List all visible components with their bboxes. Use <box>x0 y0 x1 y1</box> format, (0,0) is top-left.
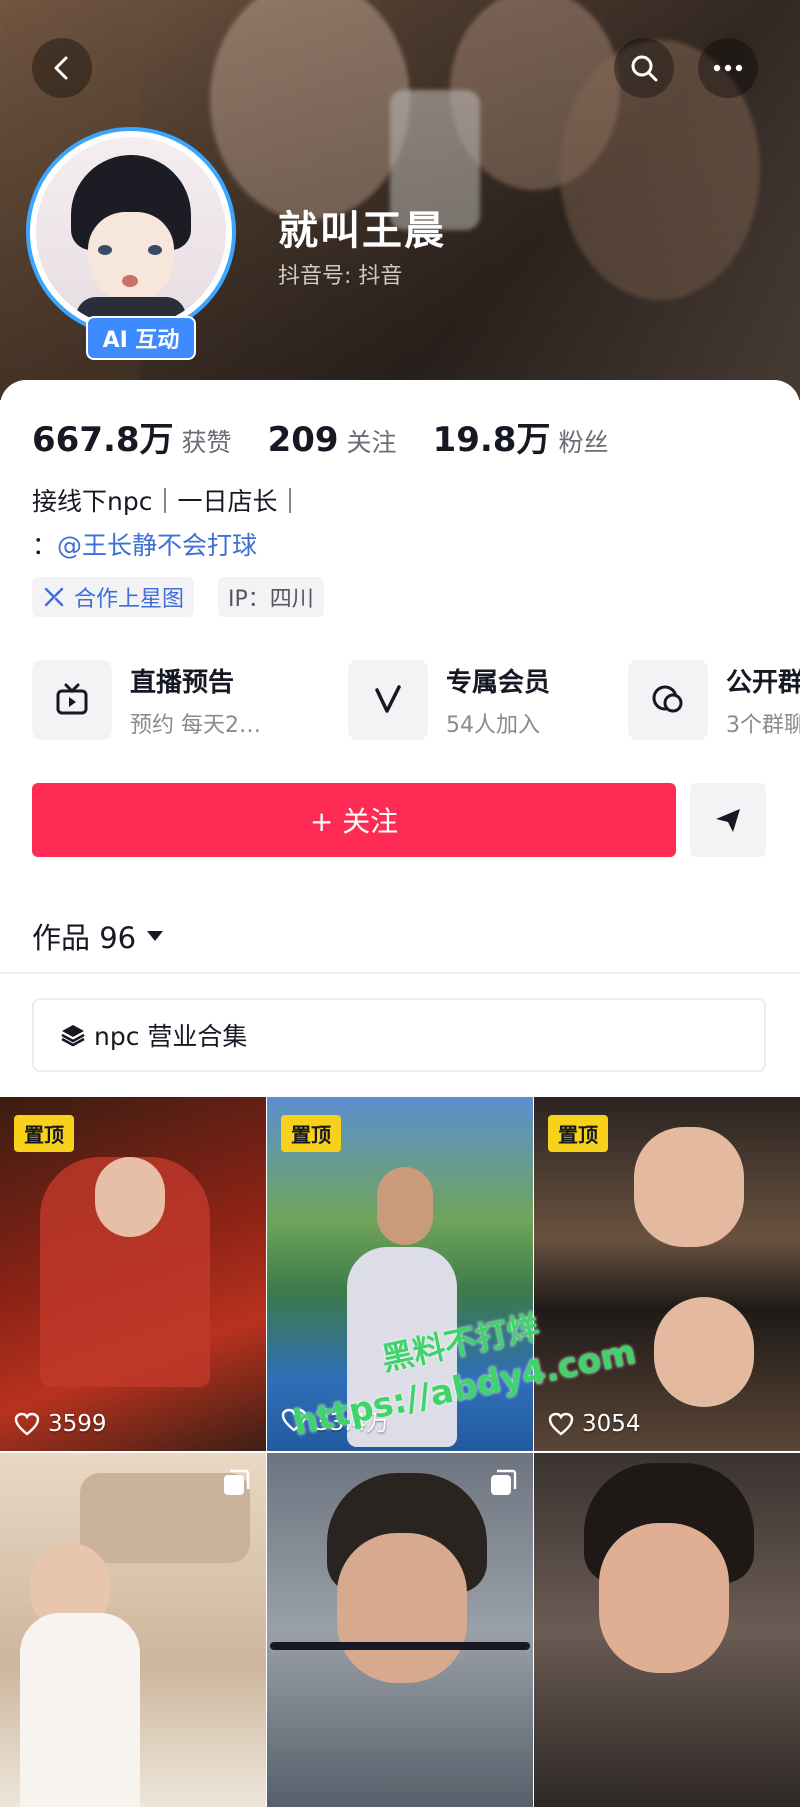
service-membership[interactable]: 专属会员 54人加入 <box>348 660 550 740</box>
search-button[interactable] <box>614 38 674 98</box>
service-public-group[interactable]: 公开群 3个群聊 <box>628 660 800 740</box>
follow-button[interactable]: + 关注 <box>32 783 676 857</box>
video-thumbnail[interactable] <box>267 1453 533 1807</box>
works-label: 作品 96 <box>32 921 137 955</box>
multi-image-icon <box>491 1469 517 1495</box>
home-indicator[interactable] <box>270 1642 530 1650</box>
multi-image-icon <box>224 1469 250 1495</box>
followers-count[interactable]: 19.8万 <box>433 412 551 461</box>
likes-label: 获赞 <box>181 428 232 457</box>
chat-icon <box>652 685 683 713</box>
followers-label[interactable]: 粉丝 <box>558 423 608 459</box>
v-icon <box>375 685 401 713</box>
video-thumbnail[interactable] <box>534 1453 800 1807</box>
likes-count: 667.8万 <box>32 420 174 460</box>
profile-name: 就叫王晨 <box>278 208 446 254</box>
like-count: 3599 <box>14 1411 107 1437</box>
search-icon <box>631 55 658 82</box>
bio-line-2: ：@王长静不会打球 <box>32 526 257 562</box>
following-label[interactable]: 关注 <box>347 423 397 459</box>
video-thumbnail[interactable]: 置顶 3054 <box>534 1097 800 1451</box>
star-map-tag[interactable]: 合作上星图 <box>32 577 195 617</box>
works-tab[interactable]: 作品 96 <box>32 915 164 957</box>
chevron-left-icon <box>54 56 68 80</box>
service-title: 公开群 <box>726 667 800 698</box>
pinned-badge: 置顶 <box>281 1115 341 1152</box>
service-live-preview[interactable]: 直播预告 预约 每天2… <box>32 660 261 740</box>
divider <box>0 972 800 974</box>
bio-mention-link[interactable]: @王长静不会打球 <box>57 531 257 560</box>
stats-row: 667.8万 获赞 209 关注 19.8万 粉丝 <box>32 412 644 461</box>
video-thumbnail[interactable]: 置顶 3599 <box>0 1097 266 1451</box>
star-map-label: 合作上星图 <box>74 587 185 612</box>
back-button[interactable] <box>32 38 92 98</box>
avatar[interactable] <box>26 127 236 337</box>
send-icon <box>716 809 740 832</box>
service-subtitle: 预约 每天2… <box>130 712 261 738</box>
chat-icon-box <box>628 660 708 740</box>
tv-icon-box <box>32 660 112 740</box>
heart-icon <box>14 1412 40 1436</box>
service-subtitle: 54人加入 <box>446 712 540 738</box>
more-dots-icon <box>713 64 743 72</box>
more-button[interactable] <box>698 38 758 98</box>
bio-prefix: ： <box>32 531 58 560</box>
video-thumbnail[interactable] <box>0 1453 266 1807</box>
caret-down-icon <box>147 931 164 941</box>
heart-icon <box>548 1412 574 1436</box>
star-map-icon <box>44 587 64 607</box>
like-count-value: 3054 <box>582 1411 641 1437</box>
ip-label: IP：四川 <box>228 587 314 612</box>
collection-entry[interactable]: npc 营业合集 <box>32 998 766 1072</box>
bio-line-1: 接线下npc｜一日店长｜ <box>32 487 303 516</box>
service-subtitle: 3个群聊 <box>726 712 800 738</box>
pinned-badge: 置顶 <box>548 1115 608 1152</box>
v-icon-box <box>348 660 428 740</box>
like-count: 3054 <box>548 1411 641 1437</box>
douyin-id: 抖音号: 抖音 <box>278 264 403 289</box>
layers-icon <box>61 1025 85 1047</box>
ip-tag: IP：四川 <box>218 577 324 617</box>
avatar-image <box>36 137 226 327</box>
service-title: 专属会员 <box>446 667 551 698</box>
ai-interact-badge[interactable]: AI 互动 <box>86 316 196 360</box>
like-count-value: 3599 <box>48 1411 107 1437</box>
service-title: 直播预告 <box>130 667 235 698</box>
following-count[interactable]: 209 <box>268 420 339 460</box>
tv-icon <box>56 683 88 715</box>
share-button[interactable] <box>690 783 766 857</box>
collection-label: npc 营业合集 <box>94 1022 248 1051</box>
pinned-badge: 置顶 <box>14 1115 74 1152</box>
